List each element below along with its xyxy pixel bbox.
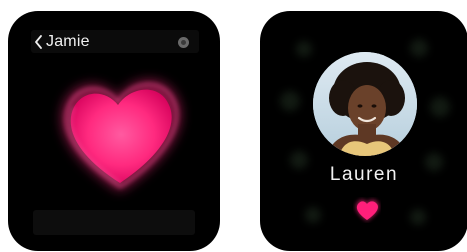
dot-indicator-icon xyxy=(178,37,189,48)
chevron-left-icon xyxy=(33,33,44,51)
watch-screen-heartbeat: Jamie xyxy=(8,11,220,251)
contact-name: Lauren xyxy=(329,164,399,185)
heart-icon[interactable] xyxy=(48,63,193,203)
contact-photo[interactable] xyxy=(313,52,417,156)
watch-screen-friend: Lauren xyxy=(260,11,467,251)
heart-icon[interactable] xyxy=(353,197,381,223)
contact-name-label: Jamie xyxy=(46,33,90,50)
back-button[interactable]: Jamie xyxy=(33,31,90,53)
footer-bar xyxy=(33,210,195,235)
